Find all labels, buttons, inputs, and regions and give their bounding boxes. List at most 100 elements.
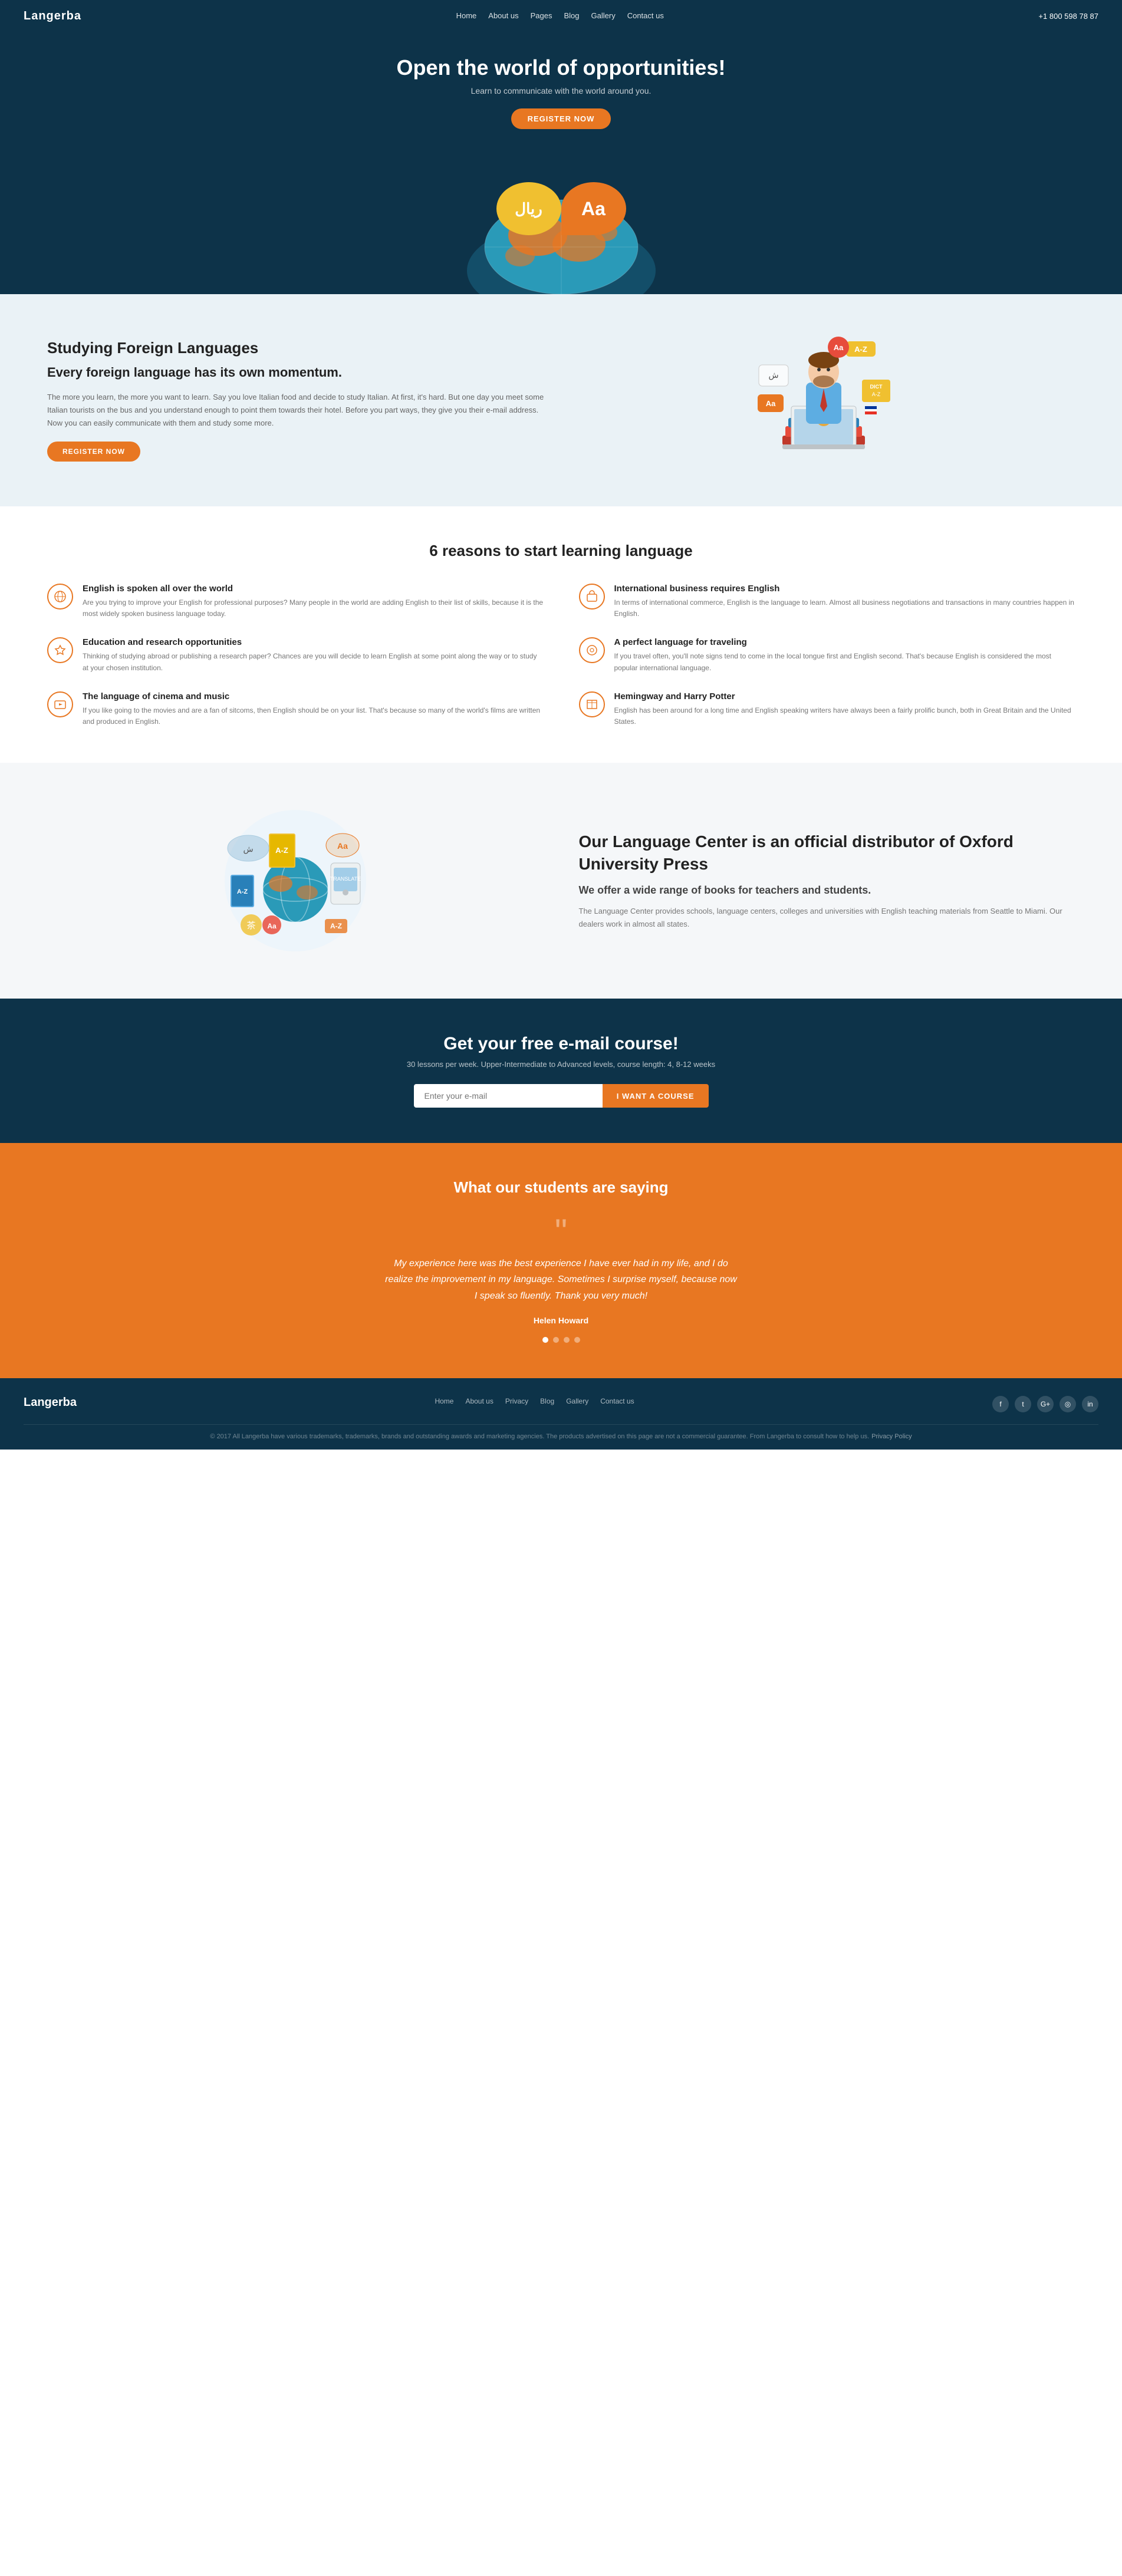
reason-item-2: Education and research opportunities Thi… [47,637,544,673]
reason-item-1: International business requires English … [579,584,1075,620]
footer-link-about[interactable]: About us [465,1397,493,1405]
reason-text-2: Education and research opportunities Thi… [83,637,544,673]
svg-text:Aa: Aa [834,343,844,352]
svg-text:A-Z: A-Z [237,888,248,895]
reasons-section: 6 reasons to start learning language Eng… [0,506,1122,763]
footer-bottom: © 2017 All Langerba have various tradema… [24,1425,1098,1440]
email-form: I WANT A COURSE [414,1084,709,1108]
footer-link-blog[interactable]: Blog [540,1397,554,1405]
study-section: Studying Foreign Languages Every foreign… [0,294,1122,506]
oxford-text-area: Our Language Center is an official distr… [579,831,1075,931]
reason-text-4: The language of cinema and music If you … [83,691,544,727]
nav-gallery[interactable]: Gallery [591,11,616,20]
svg-text:ش: ش [243,844,253,854]
social-facebook[interactable]: f [992,1396,1009,1412]
social-instagram[interactable]: ◎ [1060,1396,1076,1412]
footer-copyright: © 2017 All Langerba have various tradema… [210,1433,869,1440]
footer-social: f t G+ ◎ in [992,1396,1098,1412]
nav-logo: Langerba [24,9,81,23]
main-nav: Langerba Home About us Pages Blog Galler… [0,0,1122,32]
quote-mark: " [24,1214,1098,1250]
reason-icon-1 [579,584,605,610]
reasons-heading: 6 reasons to start learning language [47,542,1075,560]
reason-text-0: English is spoken all over the world Are… [83,584,544,620]
svg-text:A-Z: A-Z [872,391,881,397]
testimonial-dots [24,1337,1098,1343]
reason-item-3: A perfect language for traveling If you … [579,637,1075,673]
svg-text:Aa: Aa [337,841,348,851]
oxford-section: A-Z A-Z TRANSLATE ش Aa 茶 A-Z Aa [0,763,1122,999]
footer-link-privacy[interactable]: Privacy [505,1397,528,1405]
hero-subtitle: Learn to communicate with the world arou… [471,86,652,95]
nav-phone: +1 800 598 78 87 [1038,12,1098,21]
footer-links: Home About us Privacy Blog Gallery Conta… [435,1396,634,1406]
reason-text-5: Hemingway and Harry Potter English has b… [614,691,1075,727]
dot-2[interactable] [564,1337,570,1343]
study-heading: Studying Foreign Languages [47,339,550,357]
study-subheading: Every foreign language has its own momen… [47,364,550,381]
nav-home[interactable]: Home [456,11,477,20]
reason-text-3: A perfect language for traveling If you … [614,637,1075,673]
hero-globe: ريال Aa [461,129,662,294]
svg-text:A-Z: A-Z [330,922,342,930]
oxford-subheading: We offer a wide range of books for teach… [579,884,1075,897]
oxford-illustration: A-Z A-Z TRANSLATE ش Aa 茶 A-Z Aa [213,798,378,963]
footer-link-gallery[interactable]: Gallery [566,1397,588,1405]
svg-text:茶: 茶 [246,921,255,931]
oxford-body: The Language Center provides schools, la… [579,905,1075,931]
dot-3[interactable] [574,1337,580,1343]
testimonial-quote: My experience here was the best experien… [384,1256,738,1304]
dot-1[interactable] [553,1337,559,1343]
nav-blog[interactable]: Blog [564,11,579,20]
oxford-heading: Our Language Center is an official distr… [579,831,1075,875]
svg-text:ش: ش [769,370,779,380]
email-section: Get your free e-mail course! 30 lessons … [0,999,1122,1143]
reason-icon-2 [47,637,73,663]
reason-item-4: The language of cinema and music If you … [47,691,544,727]
footer-logo: Langerba [24,1396,77,1409]
study-register-button[interactable]: REGISTER NOW [47,442,140,462]
svg-text:A-Z: A-Z [854,345,867,354]
email-heading: Get your free e-mail course! [24,1034,1098,1054]
testimonial-author: Helen Howard [24,1316,1098,1325]
svg-text:Aa: Aa [267,922,277,930]
reason-icon-0 [47,584,73,610]
reason-text-1: International business requires English … [614,584,1075,620]
email-input[interactable] [414,1084,603,1108]
hero-section: Open the world of opportunities! Learn t… [0,32,1122,294]
hero-title: Open the world of opportunities! [397,55,726,80]
email-subtitle: 30 lessons per week. Upper-Intermediate … [24,1060,1098,1069]
want-course-button[interactable]: I WANT A COURSE [603,1084,709,1108]
oxford-image-area: A-Z A-Z TRANSLATE ش Aa 茶 A-Z Aa [47,798,544,963]
testimonials-section: What our students are saying " My experi… [0,1143,1122,1378]
study-image-area: A-Z Aa ش Aa DICT A-Z [573,330,1075,471]
testimonials-heading: What our students are saying [24,1178,1098,1197]
globe-svg [461,176,662,294]
reason-icon-3 [579,637,605,663]
hero-register-button[interactable]: REGISTER NOW [511,108,611,129]
footer-link-contact[interactable]: Contact us [600,1397,634,1405]
svg-text:Aa: Aa [766,399,776,408]
nav-contact[interactable]: Contact us [627,11,664,20]
reason-icon-4 [47,691,73,717]
social-linkedin[interactable]: in [1082,1396,1098,1412]
teacher-illustration: A-Z Aa ش Aa DICT A-Z [747,330,900,471]
footer: Langerba Home About us Privacy Blog Gall… [0,1378,1122,1450]
study-body: The more you learn, the more you want to… [47,391,550,430]
aa-bubble: Aa [561,182,626,235]
footer-link-home[interactable]: Home [435,1397,453,1405]
svg-text:A-Z: A-Z [275,846,288,855]
footer-privacy-link[interactable]: Privacy Policy [871,1433,912,1440]
dot-0[interactable] [542,1337,548,1343]
reason-item-5: Hemingway and Harry Potter English has b… [579,691,1075,727]
svg-text:DICT: DICT [870,384,883,390]
nav-links: Home About us Pages Blog Gallery Contact… [456,11,664,21]
nav-about[interactable]: About us [488,11,518,20]
reason-item-0: English is spoken all over the world Are… [47,584,544,620]
social-twitter[interactable]: t [1015,1396,1031,1412]
social-google[interactable]: G+ [1037,1396,1054,1412]
svg-text:TRANSLATE: TRANSLATE [330,876,361,882]
reason-icon-5 [579,691,605,717]
reasons-grid: English is spoken all over the world Are… [47,584,1075,727]
nav-pages[interactable]: Pages [531,11,552,20]
